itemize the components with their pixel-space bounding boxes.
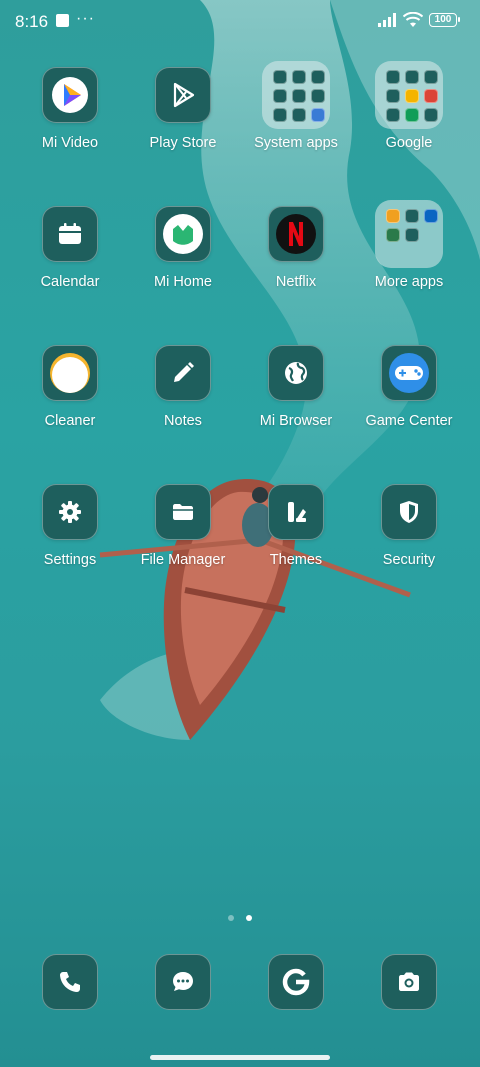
app-label: File Manager [140, 552, 226, 568]
app-label: Settings [43, 552, 97, 568]
app-mi-home[interactable]: Mi Home [128, 206, 238, 290]
app-label: Google [385, 135, 433, 151]
dock-messages[interactable] [155, 954, 211, 1010]
app-settings[interactable]: Settings [15, 484, 125, 568]
folder-system-apps[interactable]: System apps [241, 61, 351, 151]
app-play-store[interactable]: Play Store [128, 67, 238, 151]
status-bar: 8:16 ··· 100 [0, 0, 480, 42]
app-label: Calendar [40, 274, 100, 290]
app-game-center[interactable]: Game Center [354, 345, 464, 429]
gamepad-icon [381, 345, 437, 401]
camera-icon [381, 954, 437, 1010]
notification-icon [56, 14, 69, 27]
dock-phone[interactable] [42, 954, 98, 1010]
battery-icon: 100 [429, 13, 460, 27]
signal-icon [378, 13, 396, 27]
calendar-icon [42, 206, 98, 262]
app-file-manager[interactable]: File Manager [128, 484, 238, 568]
dock-browser[interactable] [268, 954, 324, 1010]
app-label: Game Center [365, 413, 453, 429]
mi-home-icon [155, 206, 211, 262]
app-label: Security [382, 552, 436, 568]
app-calendar[interactable]: Calendar [15, 206, 125, 290]
notes-icon [155, 345, 211, 401]
mi-video-icon [42, 67, 98, 123]
app-label: Play Store [149, 135, 217, 151]
play-store-icon [155, 67, 211, 123]
g-browser-icon [268, 954, 324, 1010]
app-label: Notes [164, 413, 202, 429]
app-notes[interactable]: Notes [128, 345, 238, 429]
home-indicator[interactable] [150, 1055, 330, 1060]
folder-icon [375, 61, 443, 129]
page-dot-current[interactable] [246, 915, 253, 921]
app-label: More apps [374, 274, 444, 290]
status-time: 8:16 [15, 12, 49, 31]
app-mi-browser[interactable]: Mi Browser [241, 345, 351, 429]
phone-icon [42, 954, 98, 1010]
app-label: Mi Home [153, 274, 212, 290]
app-label: System apps [254, 135, 338, 151]
page-dot[interactable] [227, 915, 234, 921]
folder-more-apps[interactable]: More apps [354, 200, 464, 290]
app-security[interactable]: Security [354, 484, 464, 568]
globe-icon [268, 345, 324, 401]
app-cleaner[interactable]: Cleaner [15, 345, 125, 429]
cleaner-icon [42, 345, 98, 401]
app-label: Mi Video [41, 135, 99, 151]
folder-icon [262, 61, 330, 129]
page-indicator [0, 908, 480, 926]
app-netflix[interactable]: Netflix [241, 206, 351, 290]
folder-icon [375, 200, 443, 268]
app-themes[interactable]: Themes [241, 484, 351, 568]
message-icon [155, 954, 211, 1010]
app-label: Netflix [275, 274, 317, 290]
themes-icon [268, 484, 324, 540]
wifi-icon [403, 12, 423, 27]
netflix-icon [268, 206, 324, 262]
app-label: Mi Browser [259, 413, 333, 429]
app-label: Cleaner [44, 413, 96, 429]
folder-google[interactable]: Google [354, 61, 464, 151]
shield-icon [381, 484, 437, 540]
app-mi-video[interactable]: Mi Video [15, 67, 125, 151]
app-label: Themes [269, 552, 323, 568]
gear-icon [42, 484, 98, 540]
more-notifications-icon: ··· [76, 10, 95, 27]
dock-camera[interactable] [381, 954, 437, 1010]
folder-file-icon [155, 484, 211, 540]
